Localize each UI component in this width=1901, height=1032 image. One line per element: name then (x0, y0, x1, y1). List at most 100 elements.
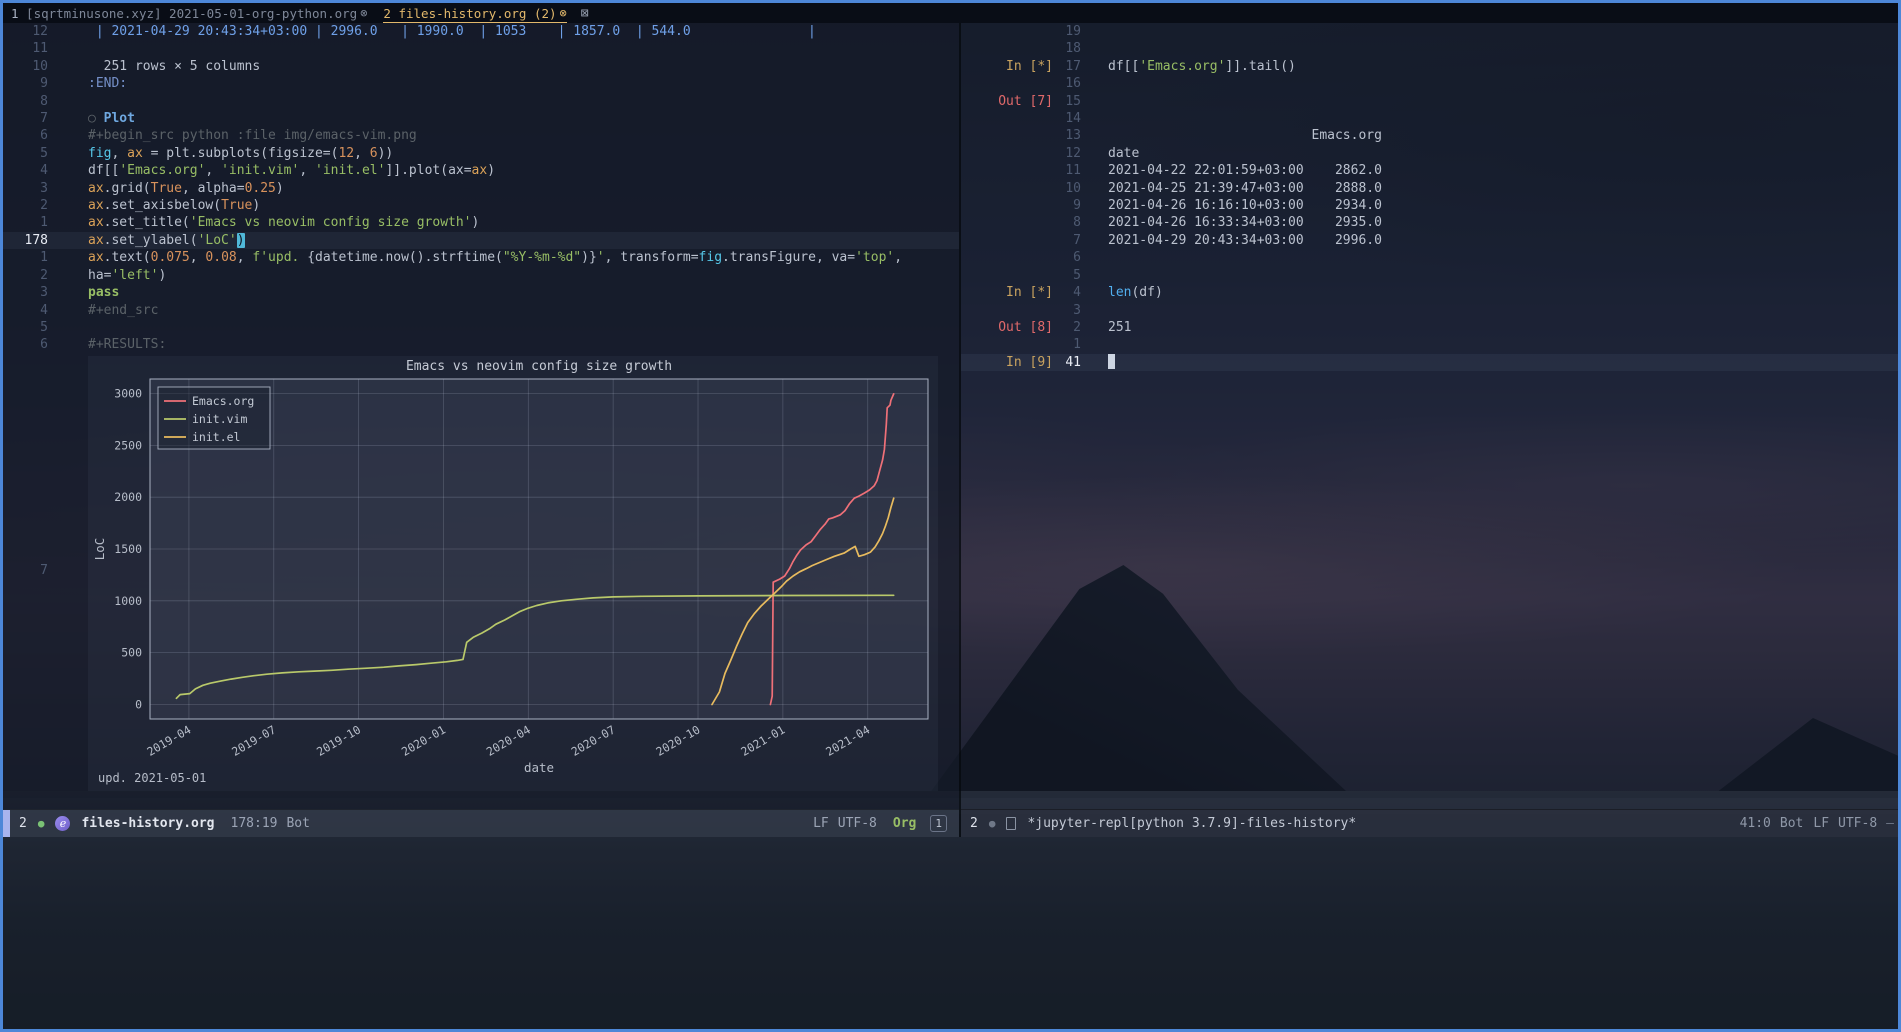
line-number: 9 (1053, 197, 1081, 214)
line-content: #+end_src (88, 302, 158, 319)
svg-text:2019-10: 2019-10 (314, 722, 363, 758)
repl-prompt: Out [8] (961, 319, 1053, 336)
svg-text:2021-04: 2021-04 (823, 722, 872, 758)
editor-line[interactable]: 1ax.text(0.075, 0.08, f'upd. {datetime.n… (3, 249, 959, 266)
editor-line[interactable]: 13 Emacs.org (961, 127, 1898, 144)
line-number: 8 (1053, 214, 1081, 231)
line-number: 1 (3, 214, 48, 231)
line-content: fig, ax = plt.subplots(figsize=(12, 6)) (88, 145, 393, 162)
line-number: 7 (3, 563, 48, 578)
editor-line[interactable]: 11 (3, 40, 959, 57)
org-buffer-window[interactable]: 12 | 2021-04-29 20:43:34+03:00 | 2996.0 … (3, 23, 959, 809)
window-divider[interactable] (959, 23, 961, 837)
tab-label: [sqrtminusone.xyz] 2021-05-01-org-python… (19, 6, 358, 21)
svg-text:2020-01: 2020-01 (399, 722, 448, 758)
line-number: 18 (1053, 40, 1081, 57)
editor-line[interactable]: 7○ Plot (3, 110, 959, 127)
editor-line[interactable]: In [9]41 (961, 354, 1898, 371)
editor-line[interactable]: 12date (961, 145, 1898, 162)
editor-line[interactable]: 3pass (3, 284, 959, 301)
svg-text:2500: 2500 (114, 438, 142, 452)
echo-area[interactable] (3, 837, 1898, 1029)
line-number: 2 (3, 267, 48, 284)
editor-line[interactable]: 1ax.set_title('Emacs vs neovim config si… (3, 214, 959, 231)
editor-line[interactable]: 5 (961, 267, 1898, 284)
tab-close-icon[interactable]: ⊗ (560, 6, 567, 20)
editor-line[interactable]: 2ha='left') (3, 267, 959, 284)
major-mode[interactable]: Org (893, 816, 916, 831)
editor-line[interactable]: 14 (961, 110, 1898, 127)
editor-line[interactable]: 3 (961, 302, 1898, 319)
line-content: date (1108, 145, 1139, 162)
editor-line[interactable]: 112021-04-22 22:01:59+03:00 2862.0 (961, 162, 1898, 179)
svg-text:2019-07: 2019-07 (229, 722, 278, 758)
emacs-frame: 1 [sqrtminusone.xyz] 2021-05-01-org-pyth… (0, 0, 1901, 1032)
jupyter-repl-window[interactable]: 1918In [*]17df[['Emacs.org']].tail()16Ou… (961, 23, 1898, 809)
repl-prompt: In [*] (961, 284, 1053, 301)
tab-bar-end-icon[interactable]: ⊠ (581, 3, 589, 23)
line-content: 251 rows × 5 columns (88, 58, 260, 75)
buffer-name[interactable]: *jupyter-repl[python 3.7.9]-files-histor… (1027, 816, 1356, 831)
line-number: 11 (3, 40, 48, 57)
tab-close-icon[interactable]: ⊗ (360, 6, 367, 20)
tab-active[interactable]: 2 files-history.org (2)⊗ (383, 3, 566, 23)
editor-line[interactable]: 1 (961, 336, 1898, 353)
org-mode-icon: e (55, 816, 70, 831)
editor-line[interactable]: 16 (961, 75, 1898, 92)
svg-text:3000: 3000 (114, 387, 142, 401)
buffer-name[interactable]: files-history.org (81, 816, 214, 831)
repl-prompt-empty (961, 180, 1053, 197)
repl-prompt: Out [7] (961, 93, 1053, 110)
editor-line[interactable]: 18 (961, 40, 1898, 57)
editor-line[interactable]: 92021-04-26 16:16:10+03:00 2934.0 (961, 197, 1898, 214)
editor-line[interactable]: 5 (3, 319, 959, 336)
svg-text:2020-04: 2020-04 (484, 722, 533, 758)
line-number: 3 (3, 284, 48, 301)
svg-text:2000: 2000 (114, 490, 142, 504)
editor-line[interactable]: In [*]17df[['Emacs.org']].tail() (961, 58, 1898, 75)
svg-text:0: 0 (135, 697, 142, 711)
editor-line[interactable]: Out [8]2251 (961, 319, 1898, 336)
line-number: 3 (3, 180, 48, 197)
line-content: 2021-04-29 20:43:34+03:00 2996.0 (1108, 232, 1382, 249)
tab-inactive[interactable]: 1 [sqrtminusone.xyz] 2021-05-01-org-pyth… (11, 3, 367, 23)
editor-line[interactable]: 6#+RESULTS: (3, 336, 959, 353)
editor-line[interactable]: 72021-04-29 20:43:34+03:00 2996.0 (961, 232, 1898, 249)
eol-indicator[interactable]: LF (813, 816, 829, 831)
editor-line[interactable]: 9:END: (3, 75, 959, 92)
chart-xlabel: date (524, 760, 554, 775)
editor-line[interactable]: 2ax.set_axisbelow(True) (3, 197, 959, 214)
editor-line[interactable]: 178ax.set_ylabel('LoC') (3, 232, 959, 249)
repl-prompt-empty (961, 162, 1053, 179)
encoding-indicator[interactable]: UTF-8 (1838, 816, 1877, 831)
line-number: 2 (1053, 319, 1081, 336)
editor-line[interactable]: 12 | 2021-04-29 20:43:34+03:00 | 2996.0 … (3, 23, 959, 40)
editor-line[interactable]: 5fig, ax = plt.subplots(figsize=(12, 6)) (3, 145, 959, 162)
editor-line[interactable]: 4#+end_src (3, 302, 959, 319)
editor-line[interactable]: 3 ax.grid(True, alpha=0.25) (3, 180, 959, 197)
line-number: 14 (1053, 110, 1081, 127)
editor-line[interactable]: 4df[['Emacs.org', 'init.vim', 'init.el']… (3, 162, 959, 179)
eol-indicator[interactable]: LF (1813, 816, 1829, 831)
line-content: len(df) (1108, 284, 1163, 301)
editor-line[interactable]: 6#+begin_src python :file img/emacs-vim.… (3, 127, 959, 144)
results-inline-image[interactable]: 0500100015002000250030002019-042019-0720… (88, 356, 938, 791)
editor-line[interactable]: In [*]4 len(df) (961, 284, 1898, 301)
editor-line[interactable]: 8 (3, 93, 959, 110)
svg-text:500: 500 (121, 646, 142, 660)
workspace-badge[interactable]: 1 (930, 815, 947, 832)
line-content: ax.grid(True, alpha=0.25) (88, 180, 284, 197)
chart-ylabel: LoC (92, 538, 107, 561)
editor-line[interactable]: 82021-04-26 16:33:34+03:00 2935.0 (961, 214, 1898, 231)
line-number: 4 (1053, 284, 1081, 301)
repl-prompt-empty (961, 110, 1053, 127)
line-number: 41 (1053, 354, 1081, 371)
editor-line[interactable]: 6 (961, 249, 1898, 266)
repl-prompt-empty (961, 214, 1053, 231)
editor-line[interactable]: 10 251 rows × 5 columns (3, 58, 959, 75)
editor-line[interactable]: 19 (961, 23, 1898, 40)
encoding-indicator[interactable]: UTF-8 (838, 816, 877, 831)
file-icon (1006, 817, 1016, 830)
editor-line[interactable]: 102021-04-25 21:39:47+03:00 2888.0 (961, 180, 1898, 197)
editor-line[interactable]: Out [7]15 (961, 93, 1898, 110)
